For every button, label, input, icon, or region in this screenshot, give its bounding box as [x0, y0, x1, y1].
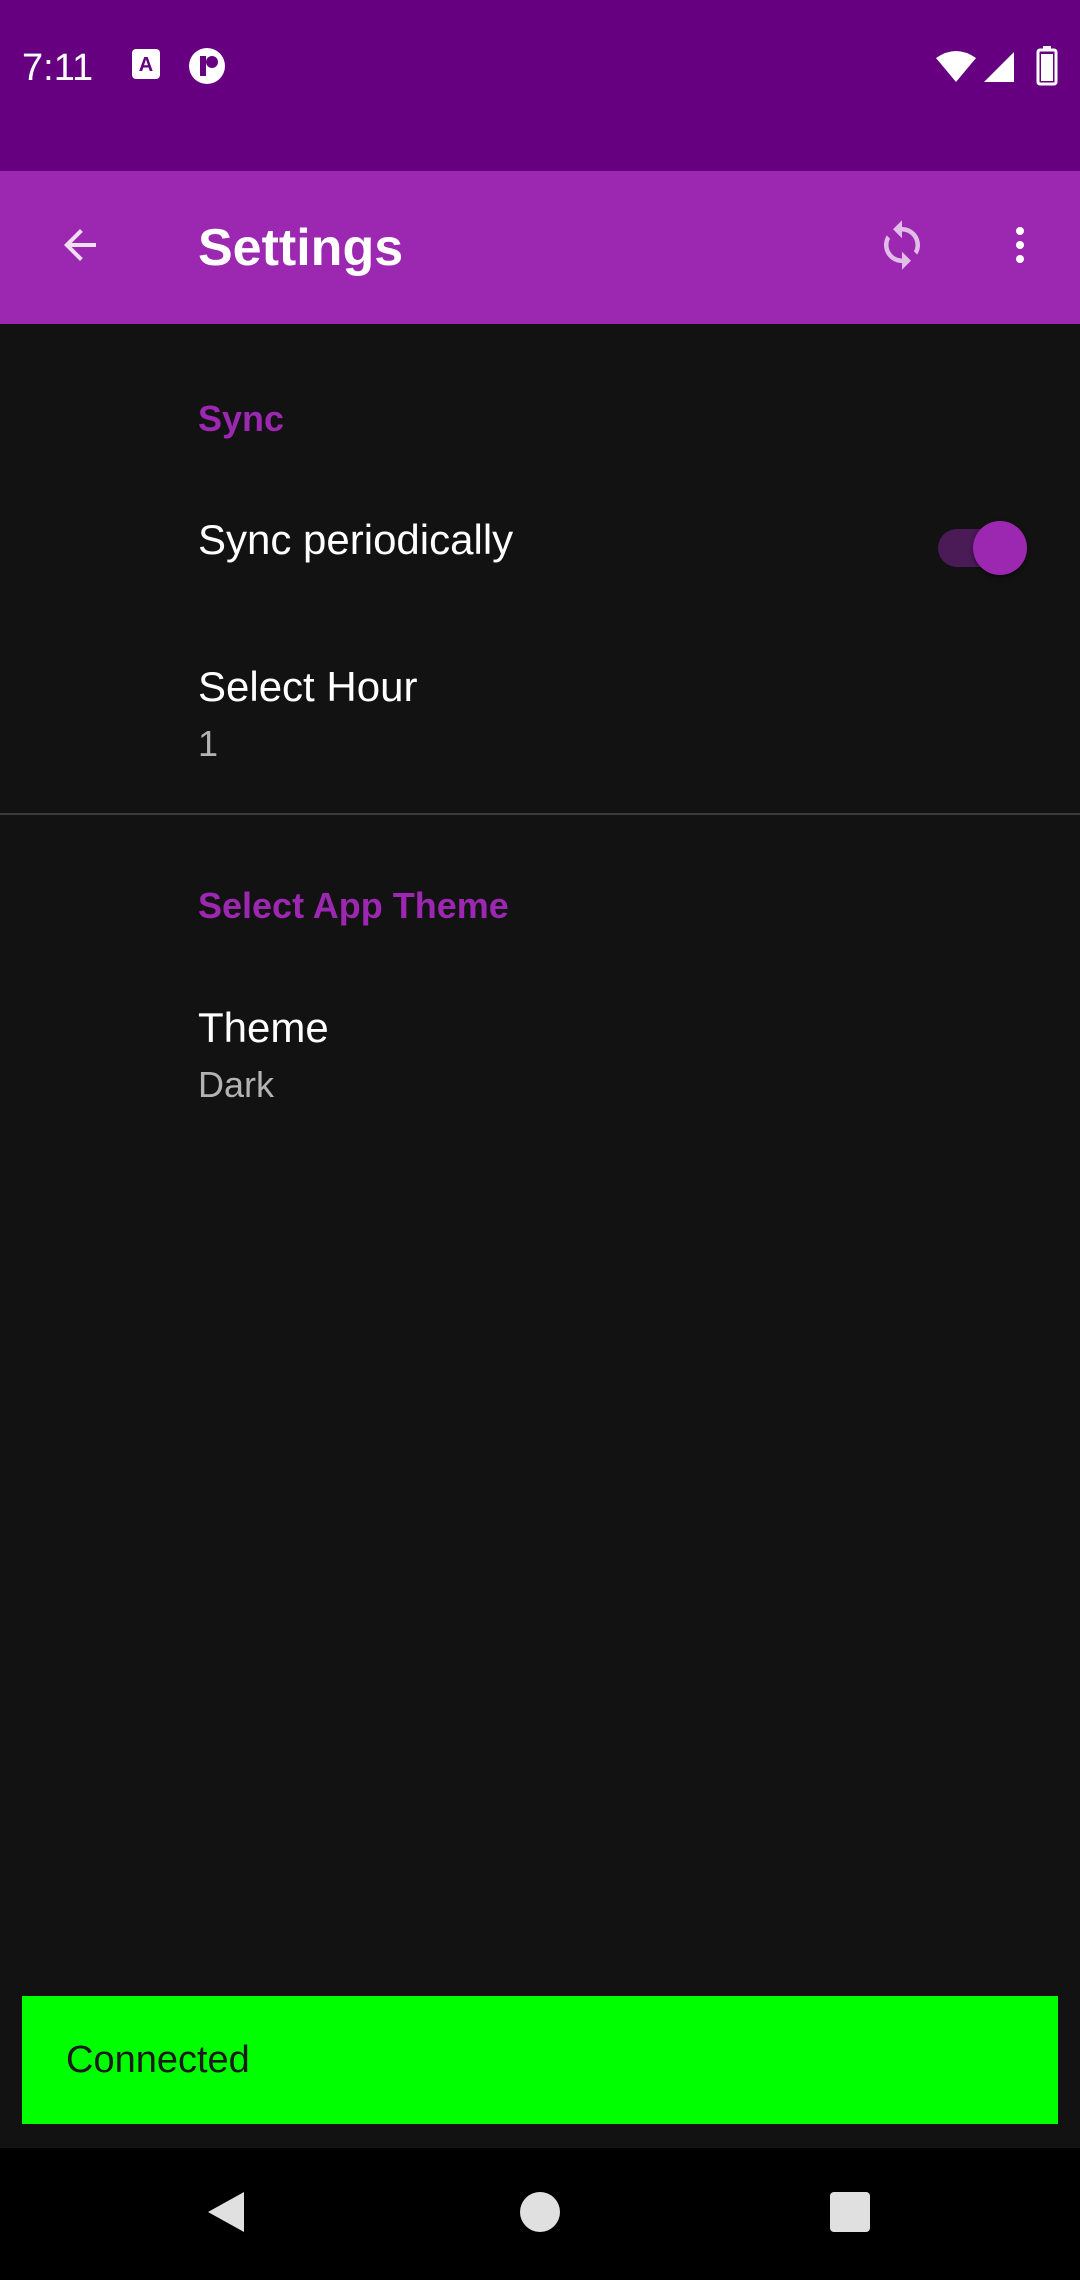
nav-recents-button[interactable] — [810, 2174, 890, 2254]
pref-theme[interactable] — [0, 960, 1080, 1140]
status-time: 7:11 — [22, 47, 94, 89]
pref-theme-title: Theme — [198, 1004, 329, 1051]
battery-icon — [1036, 46, 1058, 91]
snackbar: Connected — [22, 1996, 1058, 2124]
nav-back-icon — [204, 2188, 248, 2241]
arrow-back-icon — [56, 221, 104, 274]
pref-select-hour-title: Select Hour — [198, 663, 418, 710]
wifi-icon — [936, 50, 976, 89]
back-button[interactable] — [40, 207, 120, 287]
keyboard-a-icon: A — [130, 47, 162, 86]
notification-app-icon — [188, 47, 226, 90]
sync-periodically-switch[interactable] — [938, 510, 1030, 575]
pref-sync-periodically-title: Sync periodically — [198, 516, 514, 563]
sync-button[interactable] — [862, 207, 942, 287]
app-bar: Settings — [0, 171, 1080, 324]
nav-back-button[interactable] — [186, 2174, 266, 2254]
svg-text:A: A — [139, 54, 153, 76]
category-sync: Sync — [198, 398, 285, 439]
settings-screen: 7:11 A Settings Sync Sync periodically S… — [0, 0, 1080, 2280]
switch-thumb — [973, 521, 1027, 575]
pref-select-hour[interactable] — [0, 620, 1080, 810]
nav-home-button[interactable] — [500, 2174, 580, 2254]
nav-home-icon — [518, 2190, 562, 2239]
pref-sync-periodically[interactable] — [0, 470, 1080, 610]
category-app-theme: Select App Theme — [198, 885, 509, 926]
page-title: Settings — [198, 219, 404, 277]
status-bar: 7:11 A — [0, 0, 1080, 171]
navigation-bar — [0, 2148, 1080, 2280]
pref-select-hour-summary: 1 — [198, 723, 219, 764]
divider — [0, 813, 1080, 815]
nav-recents-icon — [828, 2190, 872, 2239]
more-vert-icon — [996, 221, 1044, 274]
signal-icon — [982, 50, 1016, 89]
more-options-button[interactable] — [980, 207, 1060, 287]
pref-theme-summary: Dark — [198, 1064, 275, 1105]
sync-icon — [875, 218, 929, 277]
snackbar-text: Connected — [66, 2039, 250, 2081]
